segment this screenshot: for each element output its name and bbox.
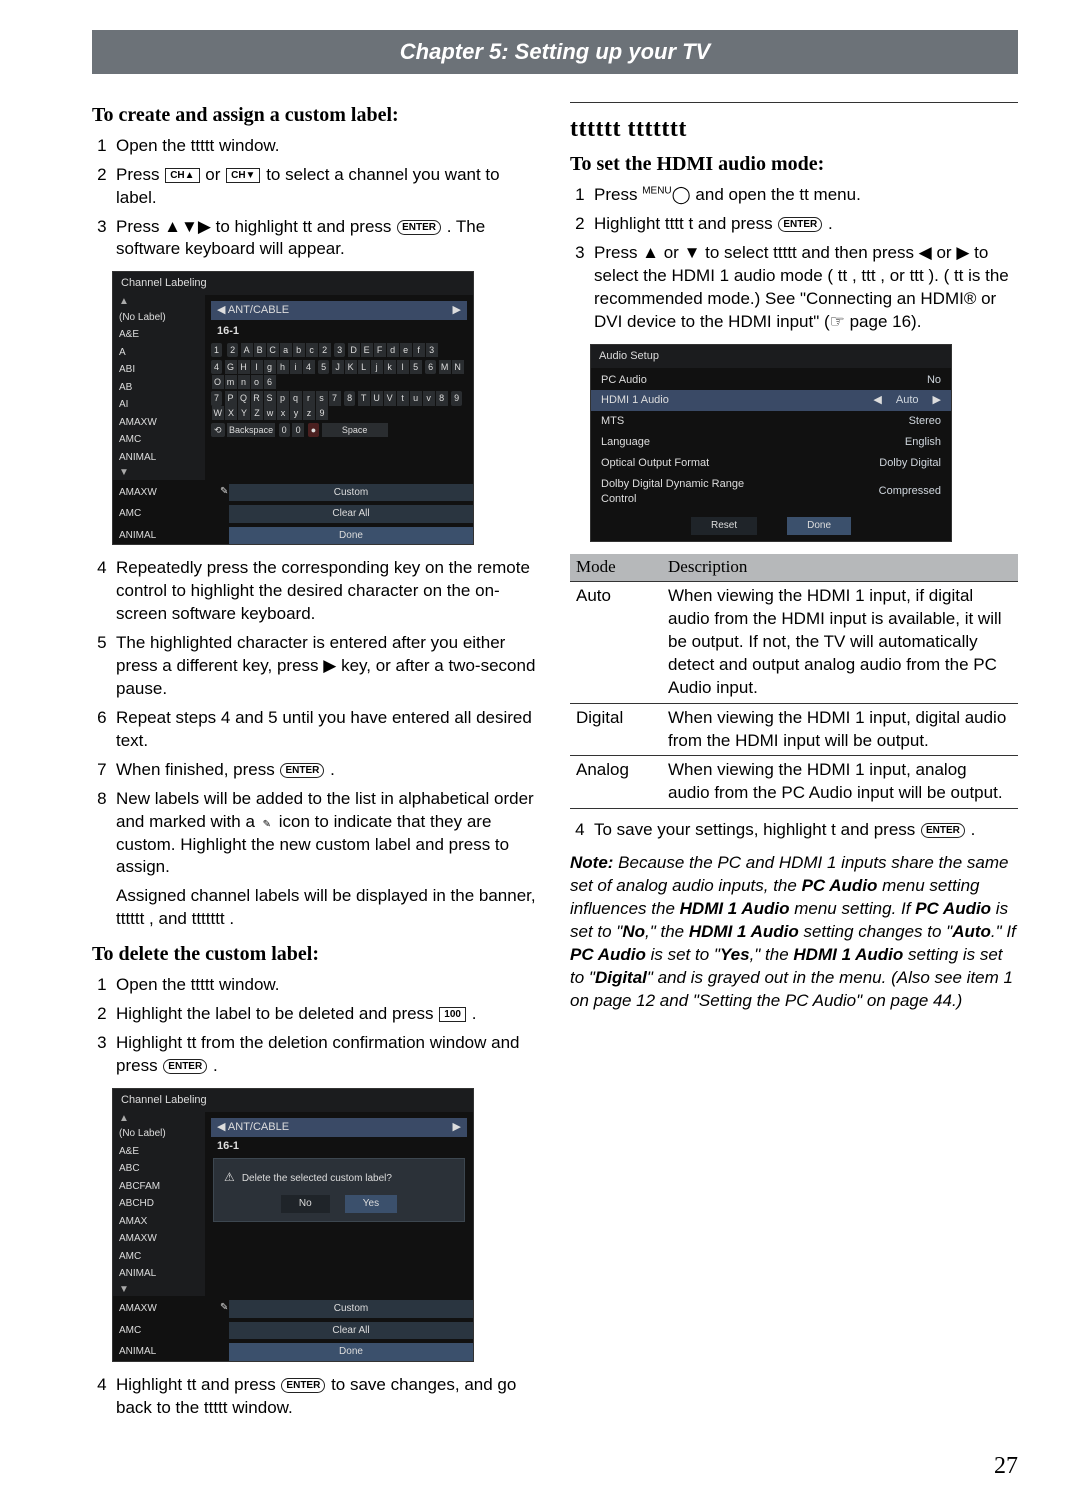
create-step-1: Open the ttttt window. bbox=[116, 135, 540, 158]
mode-header: Mode bbox=[570, 554, 662, 581]
create-label-heading: To create and assign a custom label: bbox=[92, 102, 540, 129]
kb-row-4: ⟲Backspace 00 ●Space bbox=[211, 423, 467, 438]
osd-title: Channel Labeling bbox=[113, 272, 473, 295]
warning-icon: ⚠ bbox=[224, 1169, 235, 1185]
hdmi-step-4: To save your settings, highlight t and p… bbox=[594, 819, 1018, 842]
create-step-6: Repeat steps 4 and 5 until you have ente… bbox=[116, 707, 540, 753]
custom-button: Custom bbox=[229, 484, 473, 502]
done-button: Done bbox=[229, 1343, 473, 1361]
clear-all-button: Clear All bbox=[229, 505, 473, 523]
ant-cable-row: ◀ ANT/CABLE▶ bbox=[211, 301, 467, 320]
hdmi-audio-subheading: To set the HDMI audio mode: bbox=[570, 151, 1018, 178]
ch-down-key: CH▼ bbox=[226, 168, 260, 183]
delete-confirm-osd: Channel Labeling ▲ (No Label) A&E ABC AB… bbox=[112, 1088, 474, 1362]
audio-row-optical: Optical Output Format Dolby Digital bbox=[591, 453, 951, 474]
done-button: Done bbox=[229, 527, 473, 545]
page-number: 27 bbox=[92, 1450, 1018, 1482]
hdmi-step-2: Highlight tttt t and press ENTER . bbox=[594, 213, 1018, 236]
mode-description-table: Mode Description Auto When viewing the H… bbox=[570, 554, 1018, 809]
pencil-icon bbox=[260, 812, 274, 831]
hdmi-steps-cont: To save your settings, highlight t and p… bbox=[570, 819, 1018, 842]
channel-number: 16-1 bbox=[211, 322, 467, 341]
create-step-3: Press ▲▼▶ to highlight tt and press ENTE… bbox=[116, 216, 540, 262]
pencil-icon bbox=[217, 1300, 229, 1318]
enter-key: ENTER bbox=[280, 763, 324, 778]
audio-row-dolby: Dolby Digital Dynamic Range Control Comp… bbox=[591, 474, 951, 510]
note-paragraph: Note: Because the PC and HDMI 1 inputs s… bbox=[570, 852, 1018, 1013]
osd-title: Audio Setup bbox=[591, 345, 951, 368]
section-divider bbox=[570, 102, 1018, 103]
create-step-4: Repeatedly press the corresponding key o… bbox=[116, 557, 540, 626]
create-steps: Open the ttttt window. Press CH▲ or CH▼ … bbox=[92, 135, 540, 262]
audio-row-language: Language English bbox=[591, 432, 951, 453]
osd-title: Channel Labeling bbox=[113, 1089, 473, 1112]
audio-row-mts: MTS Stereo bbox=[591, 411, 951, 432]
reset-button: Reset bbox=[691, 517, 757, 535]
audio-row-pc: PC Audio No bbox=[591, 370, 951, 391]
custom-button: Custom bbox=[229, 1300, 473, 1318]
page: Chapter 5: Setting up your TV To create … bbox=[0, 0, 1080, 1512]
delete-steps: Open the ttttt window. Highlight the lab… bbox=[92, 974, 540, 1078]
confirm-dialog: ◀ ANT/CABLE▶ 16-1 ⚠ Delete the selected … bbox=[205, 1112, 473, 1297]
delete-step-3: Highlight tt from the deletion confirmat… bbox=[116, 1032, 540, 1078]
arrow-left-icon: ◀ bbox=[873, 393, 881, 408]
scroll-up-icon: ▲ bbox=[113, 295, 205, 309]
arrow-right-icon: ▶ bbox=[933, 393, 941, 408]
audio-setup-osd: Audio Setup PC Audio No HDMI 1 Audio ◀Au… bbox=[590, 344, 952, 542]
scroll-down-icon: ▼ bbox=[113, 466, 205, 480]
chapter-header: Chapter 5: Setting up your TV bbox=[92, 30, 1018, 74]
audio-row-hdmi1: HDMI 1 Audio ◀Auto▶ bbox=[591, 390, 951, 411]
create-steps-cont: Repeatedly press the corresponding key o… bbox=[92, 557, 540, 931]
osd-right-pane: ◀ ANT/CABLE▶ 16-1 1 2ABCabc2 3DEFdef3 4G… bbox=[205, 295, 473, 480]
two-column-layout: To create and assign a custom label: Ope… bbox=[92, 98, 1018, 1430]
hdmi-step-1: Press MENU◯ and open the tt menu. bbox=[594, 184, 1018, 207]
hdmi-step-3: Press ▲ or ▼ to select ttttt and then pr… bbox=[594, 242, 1018, 334]
delete-step-2: Highlight the label to be deleted and pr… bbox=[116, 1003, 540, 1026]
hdmi-audio-main-heading: tttttt ttttttt bbox=[570, 113, 1018, 145]
ch-up-key: CH▲ bbox=[165, 168, 199, 183]
channel-labeling-osd: Channel Labeling ▲ (No Label) A&E A ABI … bbox=[112, 271, 474, 545]
create-step-2: Press CH▲ or CH▼ to select a channel you… bbox=[116, 164, 540, 210]
enter-key: ENTER bbox=[281, 1378, 325, 1393]
no-button: No bbox=[281, 1195, 330, 1213]
table-row: Analog When viewing the HDMI 1 input, an… bbox=[570, 756, 1018, 809]
arrow-right-icon: ▶ bbox=[323, 656, 336, 675]
delete-step-1: Open the ttttt window. bbox=[116, 974, 540, 997]
left-column: To create and assign a custom label: Ope… bbox=[92, 98, 540, 1430]
enter-key: ENTER bbox=[163, 1059, 207, 1074]
delete-label-heading: To delete the custom label: bbox=[92, 941, 540, 968]
label-list: ▲ (No Label) A&E ABC ABCFAM ABCHD AMAX A… bbox=[113, 1112, 205, 1297]
create-step-8: New labels will be added to the list in … bbox=[116, 788, 540, 932]
table-row: Digital When viewing the HDMI 1 input, d… bbox=[570, 703, 1018, 756]
kb-row-2: 4GHIghi4 5JKLjkl5 6MNOmno6 bbox=[211, 360, 467, 390]
kb-row-3: 7PQRSpqrs7 8TUVtuv8 9WXYZwxyz9 bbox=[211, 391, 467, 421]
table-row: Auto When viewing the HDMI 1 input, if d… bbox=[570, 581, 1018, 703]
create-step-5: The highlighted character is entered aft… bbox=[116, 632, 540, 701]
menu-key: MENU◯ bbox=[642, 185, 690, 204]
enter-key: ENTER bbox=[921, 823, 965, 838]
description-header: Description bbox=[662, 554, 1018, 581]
pencil-icon bbox=[217, 484, 229, 502]
enter-key: ENTER bbox=[778, 217, 822, 232]
hdmi-steps: Press MENU◯ and open the tt menu. Highli… bbox=[570, 184, 1018, 334]
clear-all-button: Clear All bbox=[229, 1322, 473, 1340]
enter-key: ENTER bbox=[397, 220, 441, 235]
label-list: ▲ (No Label) A&E A ABI AB AI AMAXW AMC A… bbox=[113, 295, 205, 480]
scroll-down-icon: ▼ bbox=[113, 1283, 205, 1297]
yes-button: Yes bbox=[345, 1195, 397, 1213]
done-button: Done bbox=[787, 517, 851, 535]
create-step-7: When finished, press ENTER . bbox=[116, 759, 540, 782]
right-column: tttttt ttttttt To set the HDMI audio mod… bbox=[570, 98, 1018, 1430]
scroll-up-icon: ▲ bbox=[113, 1112, 205, 1126]
hundred-key: 100 bbox=[439, 1007, 466, 1022]
kb-row-1: 1 2ABCabc2 3DEFdef3 bbox=[211, 343, 467, 358]
